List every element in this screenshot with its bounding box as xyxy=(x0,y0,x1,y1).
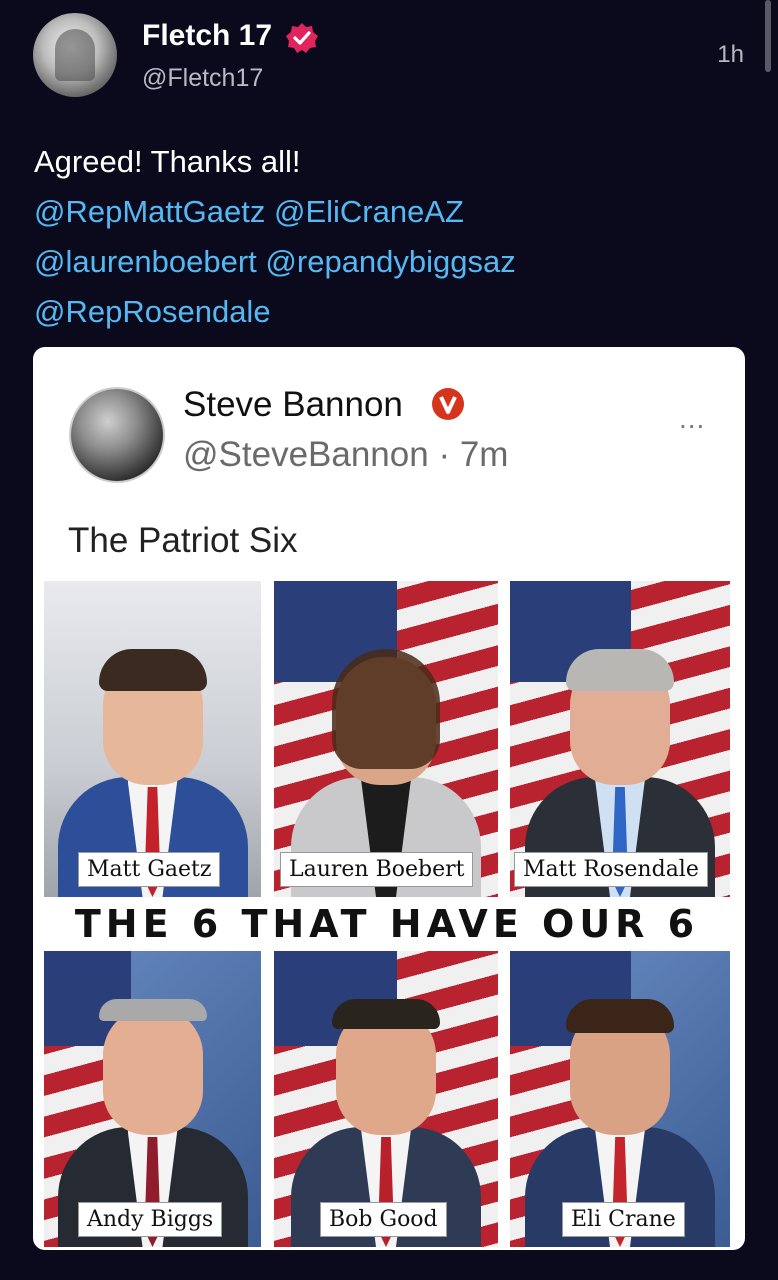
name-label: Matt Gaetz xyxy=(78,852,221,887)
author-name[interactable]: Fletch 17 xyxy=(142,19,272,53)
photo-andy-biggs: Andy Biggs xyxy=(44,951,261,1247)
time-separator: · xyxy=(438,435,451,474)
embedded-handle: @SteveBannon xyxy=(183,435,429,474)
name-label: Bob Good xyxy=(320,1202,447,1237)
timestamp: 1h xyxy=(717,41,744,68)
more-options-icon: ... xyxy=(679,403,706,434)
photo-matt-rosendale: Matt Rosendale xyxy=(510,581,730,897)
photo-grid: Matt Gaetz Lauren Boebert Matt Rosendale xyxy=(44,581,730,1247)
photo-matt-gaetz: Matt Gaetz xyxy=(44,581,261,897)
photo-eli-crane: Eli Crane xyxy=(510,951,730,1247)
photo-lauren-boebert: Lauren Boebert xyxy=(274,581,498,897)
photo-bob-good: Bob Good xyxy=(274,951,498,1247)
verified-badge-icon xyxy=(432,388,464,420)
embedded-time: 7m xyxy=(459,435,509,474)
mention-link[interactable]: @laurenboebert xyxy=(34,244,257,279)
embedded-avatar xyxy=(69,387,165,483)
name-label: Andy Biggs xyxy=(78,1202,223,1237)
post-intro: Agreed! Thanks all! xyxy=(34,144,301,179)
embedded-text: The Patriot Six xyxy=(68,521,298,560)
name-label: Lauren Boebert xyxy=(280,852,474,887)
embedded-handle-line: @SteveBannon · 7m xyxy=(183,435,508,475)
mention-link[interactable]: @EliCraneAZ xyxy=(274,194,464,229)
post-text: Agreed! Thanks all! @RepMattGaetz @EliCr… xyxy=(34,137,734,337)
author-handle[interactable]: @Fletch17 xyxy=(142,64,263,93)
banner-text: THE 6 THAT HAVE OUR 6 xyxy=(74,902,700,946)
embedded-image[interactable]: Steve Bannon @SteveBannon · 7m ... The P… xyxy=(33,347,745,1250)
avatar[interactable] xyxy=(33,13,117,97)
name-label: Matt Rosendale xyxy=(514,852,708,887)
verified-badge-icon xyxy=(286,23,318,53)
mention-link[interactable]: @repandybiggsaz xyxy=(265,244,515,279)
name-label: Eli Crane xyxy=(562,1202,685,1237)
scrollbar[interactable] xyxy=(765,0,771,72)
embedded-author-name: Steve Bannon xyxy=(183,385,403,424)
mention-link[interactable]: @RepRosendale xyxy=(34,294,271,329)
mention-link[interactable]: @RepMattGaetz xyxy=(34,194,265,229)
